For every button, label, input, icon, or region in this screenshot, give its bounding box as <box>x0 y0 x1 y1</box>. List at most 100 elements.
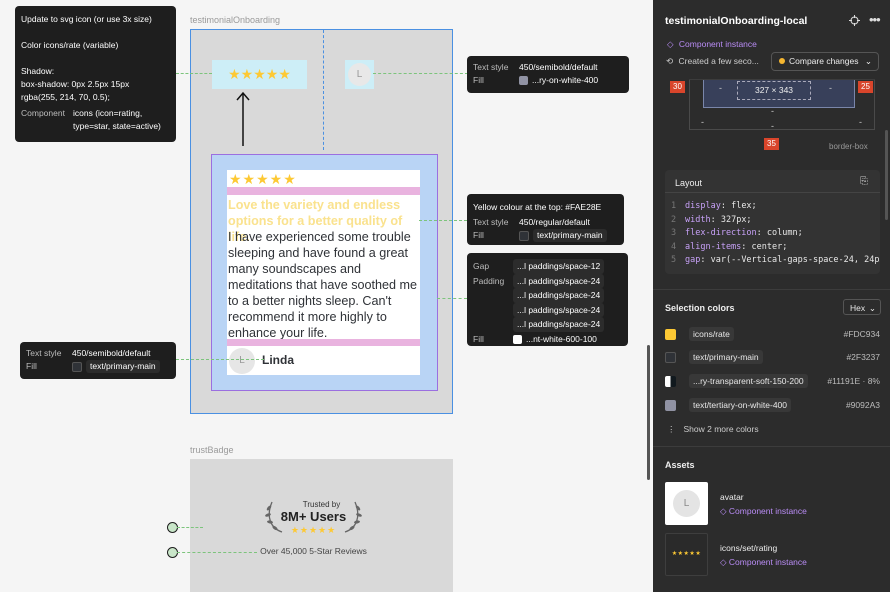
annotation-note-avatar: Text style 450/semibold/default Fill ...ry… <box>467 56 629 93</box>
layout-code: 1 display: flex; 2 width: 327px; 3 flex-dir… <box>671 201 880 265</box>
margin-left-badge: 30 <box>670 81 685 93</box>
color-swatch <box>665 376 676 387</box>
asset-thumbnail: ★★★★★ <box>665 533 708 576</box>
rating-stars-top[interactable]: ★★★★★ <box>212 60 307 89</box>
diamond-icon: ◇ <box>720 506 727 516</box>
annotation-note-spacing: Gap ...l paddings/space-12 Padding ...l pa… <box>467 253 628 346</box>
asset-sub: ◇ Component instance <box>720 557 807 567</box>
copy-icon[interactable]: ⎘ <box>860 176 868 187</box>
note-value: icons (icon=rating, <box>73 108 143 118</box>
note-key: Component <box>21 108 65 118</box>
note-key: Fill <box>473 333 484 344</box>
change-indicator-icon <box>779 58 785 64</box>
component-instance-row[interactable]: ◇ Component instance <box>667 39 757 50</box>
color-format-select[interactable]: Hex ⌄ <box>843 299 881 315</box>
connector <box>177 527 203 528</box>
note-value: ...l paddings/space-24 <box>513 288 605 303</box>
diamond-icon: ◇ <box>720 557 727 567</box>
note-value: text/primary-main <box>533 229 607 242</box>
connector <box>437 298 467 299</box>
connector <box>373 73 468 74</box>
annotation-note-stars: Update to svg icon (or use 3x size) Colo… <box>15 6 176 142</box>
layout-title: Layout <box>675 178 703 188</box>
note-text: Color icons/rate (variable) <box>21 40 119 50</box>
color-swatch <box>519 230 529 241</box>
note-value: ...l paddings/space-24 <box>513 317 605 332</box>
connector <box>176 73 212 74</box>
avatar-small[interactable]: L <box>345 60 374 89</box>
color-row[interactable]: text/primary-main #2F3237 <box>665 350 880 366</box>
canvas-scrollbar[interactable] <box>647 345 650 480</box>
badge-stars: ★★★★★ <box>290 525 337 535</box>
color-row[interactable]: icons/rate #FDC934 <box>665 327 880 343</box>
compare-changes-button[interactable]: Compare changes ⌄ <box>771 52 879 71</box>
testimonial-body: I have experienced some trouble sleeping… <box>228 230 418 340</box>
panel-title: testimonialOnboarding-local <box>665 15 808 27</box>
color-swatch <box>665 329 676 340</box>
annotation-note-quote: Yellow colour at the top: #FAE28E Text s… <box>467 194 624 245</box>
note-key: Gap <box>473 261 490 271</box>
note-key: Text style <box>473 62 509 72</box>
color-hex: #2F3237 <box>846 352 880 362</box>
color-row[interactable]: ...ry-transparent-soft-150-200 #11191E ·… <box>665 374 880 390</box>
diamond-icon: ◇ <box>667 39 674 49</box>
component-target-icon[interactable] <box>849 15 860 26</box>
version-history-row[interactable]: ⟲ Created a few seco... <box>666 56 759 67</box>
note-text: Yellow colour at the top: #FAE28E <box>473 202 602 212</box>
color-token: ...ry-transparent-soft-150-200 <box>689 374 808 388</box>
selection-colors-section: Selection colors Hex ⌄ icons/rate #FDC934… <box>653 289 890 445</box>
note-key: Padding <box>473 275 505 286</box>
show-more-colors[interactable]: ⋮ Show 2 more colors <box>667 424 759 435</box>
asset-sub: ◇ Component instance <box>720 506 807 516</box>
testimonial-card[interactable]: ★★★★★ Love the variety and endless optio… <box>227 170 420 375</box>
connector <box>177 552 257 553</box>
color-row[interactable]: text/tertiary-on-white-400 #9092A3 <box>665 398 880 414</box>
more-vertical-icon: ⋮ <box>667 424 676 434</box>
asset-name: icons/set/rating <box>720 543 778 553</box>
assets-section: Assets L avatar ◇ Component instance ★★★… <box>653 446 890 592</box>
panel-scrollbar[interactable] <box>885 130 888 220</box>
trusted-by-label: Trusted by <box>302 500 341 509</box>
color-swatch <box>665 400 676 411</box>
note-key: Fill <box>473 75 484 85</box>
avatar-thumb: L <box>673 490 700 517</box>
note-key: Fill <box>473 230 484 240</box>
note-value: 450/semibold/default <box>519 62 598 72</box>
frame-label-trust-badge[interactable]: trustBadge <box>190 445 234 455</box>
note-text: Update to svg icon (or use 3x size) <box>21 14 152 24</box>
asset-rating[interactable]: ★★★★★ icons/set/rating ◇ Component insta… <box>665 533 880 577</box>
connector <box>419 220 467 221</box>
history-icon: ⟲ <box>666 56 674 66</box>
color-swatch <box>513 334 522 344</box>
design-canvas[interactable]: Update to svg icon (or use 3x size) Colo… <box>0 0 652 592</box>
box-value: - <box>771 106 774 116</box>
margin-right-badge: 25 <box>858 81 873 93</box>
color-hex: #9092A3 <box>845 400 880 410</box>
frame-label-testimonial[interactable]: testimonialOnboarding <box>190 15 280 25</box>
more-options-icon[interactable]: ••• <box>869 12 881 27</box>
layout-code-block[interactable]: Layout ⎘ 1 display: flex; 2 width: 327px; … <box>665 170 880 274</box>
reviewer-name: Linda <box>262 353 294 367</box>
padding-highlight <box>227 339 420 346</box>
avatar: L <box>229 348 255 374</box>
chevron-down-icon: ⌄ <box>868 303 876 313</box>
trust-badge-frame[interactable]: Trusted by 8M+ Users ★★★★★ Over 45,000 5… <box>190 459 453 592</box>
color-swatch <box>72 361 82 372</box>
note-key: Fill <box>26 361 37 371</box>
note-value: 450/regular/default <box>519 217 590 227</box>
selection-colors-title: Selection colors <box>665 303 735 313</box>
asset-avatar[interactable]: L avatar ◇ Component instance <box>665 482 880 526</box>
show-more-label: Show 2 more colors <box>683 424 759 434</box>
asset-thumbnail: L <box>665 482 708 525</box>
note-value: 450/semibold/default <box>72 348 151 358</box>
padding-highlight <box>227 187 420 195</box>
note-value: ...ry-on-white-400 <box>532 75 599 85</box>
box-value: - <box>701 117 704 127</box>
testimonial-onboarding-frame[interactable]: ★★★★★ L ★★★★★ Love the variety and endle… <box>190 29 453 414</box>
note-value: text/primary-main <box>86 360 160 373</box>
note-text: box-shadow: 0px 2.5px 15px <box>21 79 130 89</box>
note-key: Text style <box>473 217 509 227</box>
component-instance-label: Component instance <box>678 39 757 49</box>
color-token: text/primary-main <box>689 350 763 364</box>
color-token: icons/rate <box>689 327 734 341</box>
